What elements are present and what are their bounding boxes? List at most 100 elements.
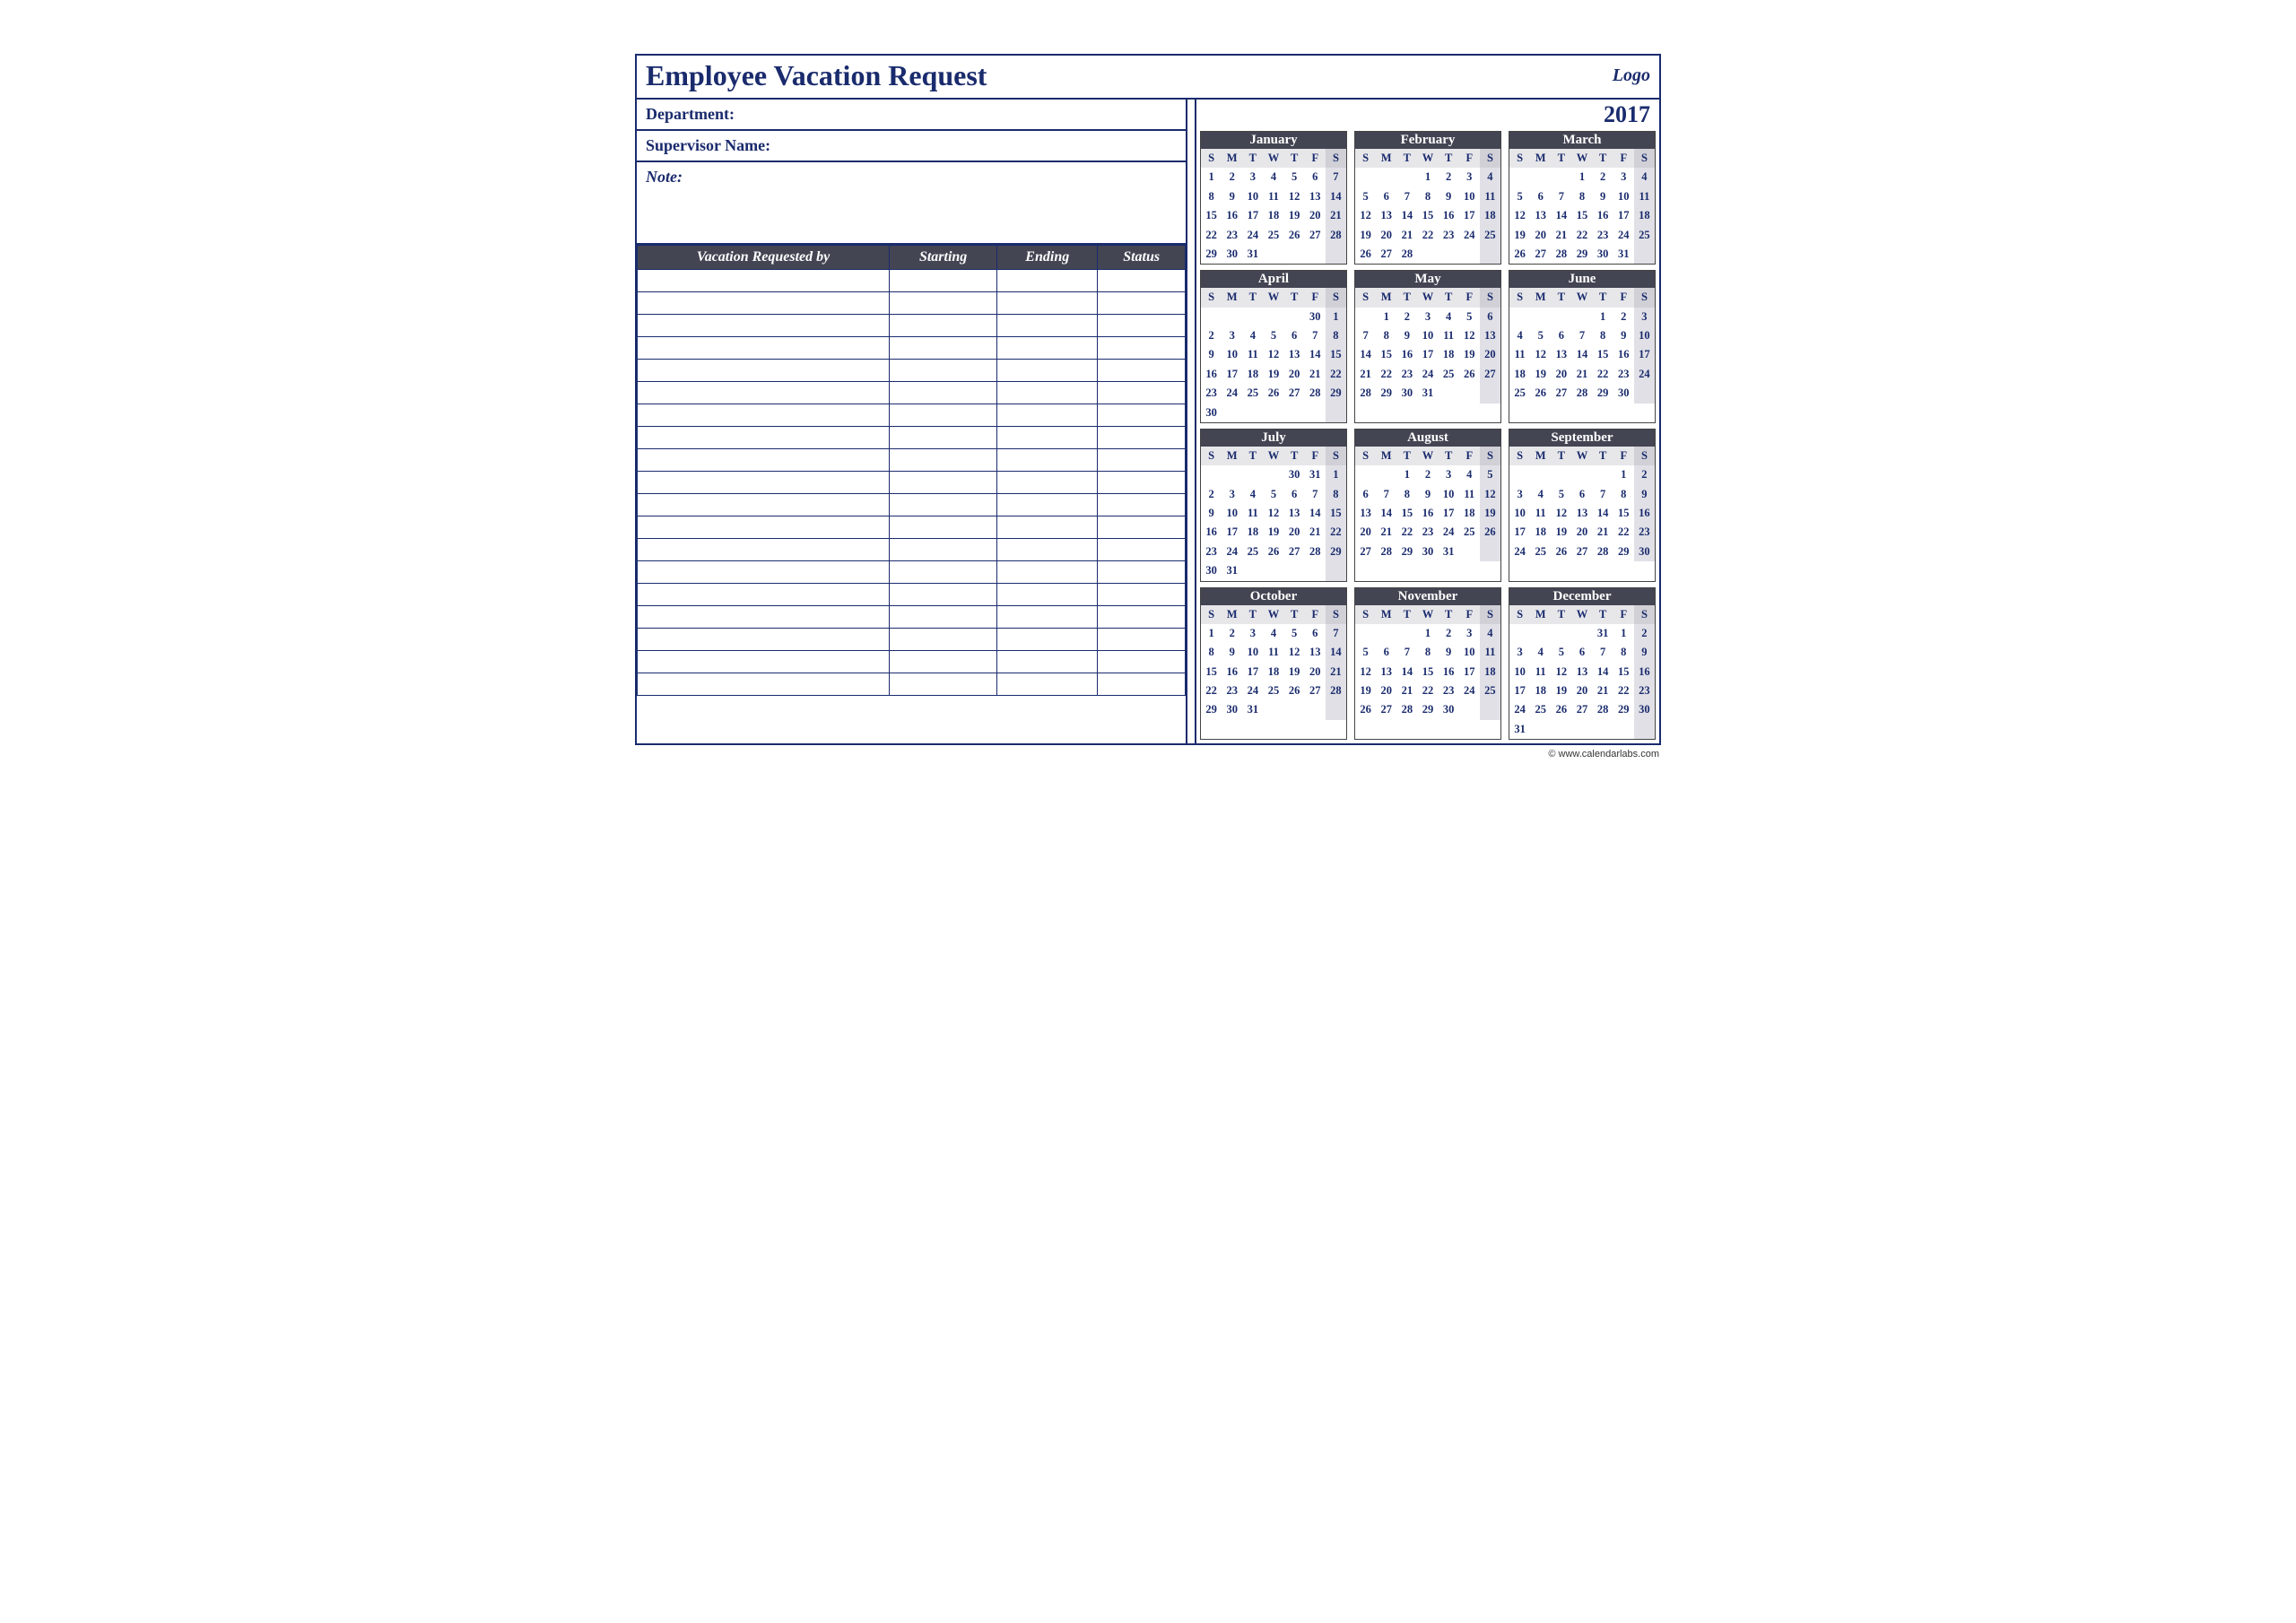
table-cell[interactable]: [997, 404, 1098, 427]
department-field[interactable]: Department:: [637, 100, 1186, 131]
table-cell[interactable]: [1098, 539, 1186, 561]
table-cell[interactable]: [638, 516, 890, 539]
table-cell[interactable]: [638, 292, 890, 315]
table-row[interactable]: [638, 404, 1186, 427]
table-cell[interactable]: [638, 382, 890, 404]
table-cell[interactable]: [638, 449, 890, 472]
table-cell[interactable]: [890, 270, 997, 292]
table-cell[interactable]: [1098, 472, 1186, 494]
table-cell[interactable]: [997, 382, 1098, 404]
table-cell[interactable]: [638, 472, 890, 494]
table-cell[interactable]: [997, 584, 1098, 606]
table-row[interactable]: [638, 516, 1186, 539]
table-cell[interactable]: [1098, 292, 1186, 315]
table-cell[interactable]: [1098, 315, 1186, 337]
table-cell[interactable]: [997, 629, 1098, 651]
table-cell[interactable]: [890, 494, 997, 516]
table-cell[interactable]: [997, 449, 1098, 472]
table-cell[interactable]: [1098, 404, 1186, 427]
table-cell[interactable]: [1098, 337, 1186, 360]
table-row[interactable]: [638, 382, 1186, 404]
table-row[interactable]: [638, 360, 1186, 382]
table-cell[interactable]: [638, 494, 890, 516]
table-cell[interactable]: [997, 292, 1098, 315]
table-cell[interactable]: [1098, 584, 1186, 606]
table-cell[interactable]: [1098, 651, 1186, 673]
table-row[interactable]: [638, 472, 1186, 494]
table-cell[interactable]: [890, 651, 997, 673]
table-row[interactable]: [638, 539, 1186, 561]
table-cell[interactable]: [890, 584, 997, 606]
table-cell[interactable]: [638, 427, 890, 449]
table-cell[interactable]: [638, 337, 890, 360]
table-row[interactable]: [638, 292, 1186, 315]
table-cell[interactable]: [890, 539, 997, 561]
table-cell[interactable]: [997, 561, 1098, 584]
table-row[interactable]: [638, 651, 1186, 673]
table-row[interactable]: [638, 673, 1186, 696]
table-cell[interactable]: [997, 673, 1098, 696]
table-row[interactable]: [638, 494, 1186, 516]
table-cell[interactable]: [997, 516, 1098, 539]
table-cell[interactable]: [997, 427, 1098, 449]
table-cell[interactable]: [890, 606, 997, 629]
table-cell[interactable]: [890, 449, 997, 472]
table-cell[interactable]: [1098, 561, 1186, 584]
table-cell[interactable]: [1098, 673, 1186, 696]
table-cell[interactable]: [997, 494, 1098, 516]
table-cell[interactable]: [997, 270, 1098, 292]
table-cell[interactable]: [1098, 449, 1186, 472]
table-cell[interactable]: [890, 561, 997, 584]
table-cell[interactable]: [890, 315, 997, 337]
note-field[interactable]: Note:: [637, 162, 1186, 245]
table-cell[interactable]: [997, 315, 1098, 337]
table-cell[interactable]: [1098, 629, 1186, 651]
supervisor-field[interactable]: Supervisor Name:: [637, 131, 1186, 162]
table-cell[interactable]: [890, 382, 997, 404]
table-cell[interactable]: [890, 472, 997, 494]
table-cell[interactable]: [1098, 360, 1186, 382]
table-cell[interactable]: [890, 427, 997, 449]
table-row[interactable]: [638, 629, 1186, 651]
table-cell[interactable]: [1098, 427, 1186, 449]
table-cell[interactable]: [638, 539, 890, 561]
table-row[interactable]: [638, 427, 1186, 449]
table-cell[interactable]: [638, 651, 890, 673]
table-cell[interactable]: [997, 606, 1098, 629]
table-row[interactable]: [638, 584, 1186, 606]
table-cell[interactable]: [997, 651, 1098, 673]
table-cell[interactable]: [638, 561, 890, 584]
table-row[interactable]: [638, 270, 1186, 292]
table-cell[interactable]: [1098, 606, 1186, 629]
table-cell[interactable]: [638, 673, 890, 696]
table-cell[interactable]: [638, 404, 890, 427]
table-cell[interactable]: [997, 360, 1098, 382]
day-cell: 18: [1530, 523, 1551, 542]
table-row[interactable]: [638, 315, 1186, 337]
mini-calendar-august: AugustSMTWTFS123456789101112131415161718…: [1354, 429, 1501, 582]
table-cell[interactable]: [638, 629, 890, 651]
table-row[interactable]: [638, 606, 1186, 629]
table-cell[interactable]: [890, 516, 997, 539]
table-cell[interactable]: [1098, 270, 1186, 292]
table-cell[interactable]: [890, 629, 997, 651]
table-row[interactable]: [638, 337, 1186, 360]
table-cell[interactable]: [997, 472, 1098, 494]
table-cell[interactable]: [997, 337, 1098, 360]
table-row[interactable]: [638, 449, 1186, 472]
table-cell[interactable]: [1098, 494, 1186, 516]
table-cell[interactable]: [997, 539, 1098, 561]
table-cell[interactable]: [890, 337, 997, 360]
table-row[interactable]: [638, 561, 1186, 584]
table-cell[interactable]: [890, 404, 997, 427]
table-cell[interactable]: [638, 584, 890, 606]
table-cell[interactable]: [890, 292, 997, 315]
table-cell[interactable]: [1098, 382, 1186, 404]
table-cell[interactable]: [638, 360, 890, 382]
table-cell[interactable]: [890, 360, 997, 382]
table-cell[interactable]: [890, 673, 997, 696]
table-cell[interactable]: [638, 315, 890, 337]
table-cell[interactable]: [638, 270, 890, 292]
table-cell[interactable]: [638, 606, 890, 629]
table-cell[interactable]: [1098, 516, 1186, 539]
